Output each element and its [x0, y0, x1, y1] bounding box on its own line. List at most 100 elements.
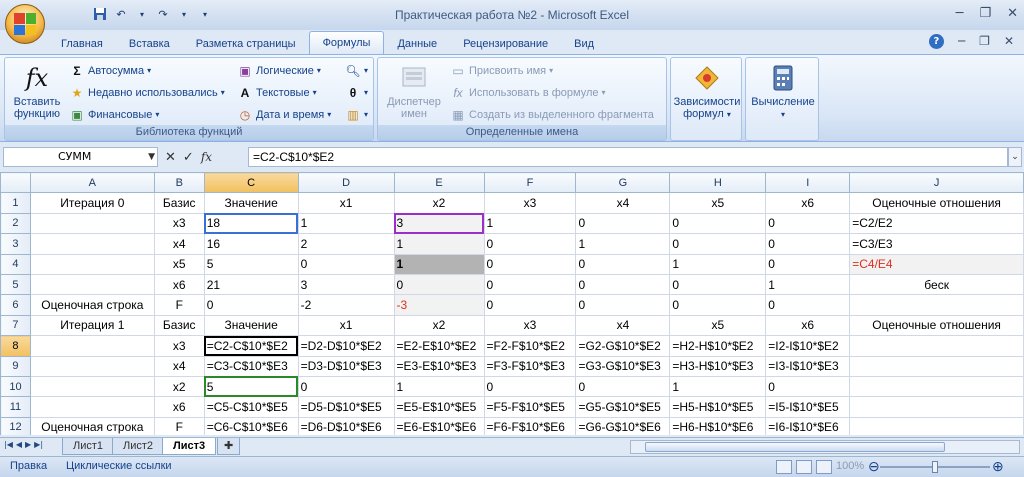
- cell-j5[interactable]: беск: [849, 273, 1024, 296]
- cell-a9[interactable]: [29, 355, 155, 377]
- tab-insert[interactable]: Вставка: [116, 34, 183, 54]
- row-header-4[interactable]: 4: [0, 253, 31, 275]
- cell-c7[interactable]: Значение: [203, 314, 299, 337]
- cell-c6[interactable]: 0: [203, 294, 299, 316]
- name-manager-button[interactable]: Диспетчер имен: [382, 62, 446, 120]
- cell-d4[interactable]: 0: [297, 253, 395, 275]
- cell-h12[interactable]: =H6-H$10*$E6: [669, 416, 767, 435]
- cell-a3[interactable]: [29, 233, 155, 255]
- column-header-h[interactable]: H: [669, 172, 767, 194]
- lookup-button[interactable]: 🔍︎ ▾: [345, 61, 368, 81]
- cell-h11[interactable]: =H5-H$10*$E5: [669, 396, 767, 418]
- cell-h8[interactable]: =H2-H$10*$E2: [669, 335, 767, 357]
- create-from-selection-button[interactable]: ▦ Создать из выделенного фрагмента: [450, 105, 654, 125]
- cell-i6[interactable]: 0: [765, 294, 851, 316]
- datetime-button[interactable]: ◷ Дата и время ▾: [237, 105, 331, 125]
- cell-a8[interactable]: [29, 335, 155, 357]
- cell-c10[interactable]: 5: [203, 375, 299, 398]
- cell-f7[interactable]: x3: [483, 314, 577, 337]
- cell-h5[interactable]: 0: [669, 273, 767, 296]
- enter-check-icon[interactable]: ✓: [183, 150, 194, 165]
- cell-j2[interactable]: =C2/E2: [849, 212, 1024, 235]
- cell-a4[interactable]: [29, 253, 155, 275]
- cell-d9[interactable]: =D3-D$10*$E3: [297, 355, 395, 377]
- zoom-level[interactable]: 100%: [836, 460, 864, 472]
- cancel-entry-icon[interactable]: ✕: [165, 150, 176, 165]
- cell-c12[interactable]: =C6-C$10*$E6: [203, 416, 299, 435]
- cell-e11[interactable]: =E5-E$10*$E5: [393, 396, 485, 418]
- cell-c4[interactable]: 5: [203, 253, 299, 275]
- tab-review[interactable]: Рецензирование: [450, 34, 561, 54]
- cell-d5[interactable]: 3: [297, 273, 395, 296]
- cell-j6[interactable]: [849, 294, 1024, 316]
- cell-c1[interactable]: Значение: [203, 192, 299, 214]
- cell-d6[interactable]: -2: [297, 294, 395, 316]
- insert-function-button[interactable]: fx Вставить функцию: [9, 62, 65, 120]
- cell-c8[interactable]: =C2-C$10*$E2: [203, 335, 299, 357]
- cell-b12[interactable]: F: [153, 416, 205, 435]
- cell-g2[interactable]: 0: [575, 212, 671, 235]
- select-all-corner[interactable]: [0, 172, 31, 194]
- cell-f6[interactable]: 0: [483, 294, 577, 316]
- cell-i7[interactable]: x6: [765, 314, 851, 337]
- cell-b6[interactable]: F: [153, 294, 205, 316]
- cell-e3[interactable]: 1: [393, 233, 485, 255]
- cell-c2[interactable]: 18: [203, 212, 299, 235]
- cell-c3[interactable]: 16: [203, 233, 299, 255]
- column-header-j[interactable]: J: [849, 172, 1024, 194]
- cell-e10[interactable]: 1: [393, 375, 485, 398]
- cell-j8[interactable]: [849, 335, 1024, 357]
- tab-data[interactable]: Данные: [384, 34, 450, 54]
- math-button[interactable]: θ ▾: [345, 83, 368, 103]
- cell-e7[interactable]: x2: [393, 314, 485, 337]
- cell-h9[interactable]: =H3-H$10*$E3: [669, 355, 767, 377]
- cell-b4[interactable]: x5: [153, 253, 205, 275]
- zoom-out-icon[interactable]: ⊖: [868, 458, 880, 475]
- page-layout-view-icon[interactable]: [796, 460, 812, 474]
- column-header-g[interactable]: G: [575, 172, 671, 194]
- cell-h2[interactable]: 0: [669, 212, 767, 235]
- cell-h10[interactable]: 1: [669, 375, 767, 398]
- tab-view[interactable]: Вид: [561, 34, 607, 54]
- cell-e12[interactable]: =E6-E$10*$E6: [393, 416, 485, 435]
- cell-a12[interactable]: Оценочная строка: [29, 416, 155, 435]
- cell-g1[interactable]: x4: [575, 192, 671, 214]
- formula-input[interactable]: =C2-C$10*$E2: [248, 147, 1008, 167]
- row-header-7[interactable]: 7: [0, 314, 31, 337]
- cell-f5[interactable]: 0: [483, 273, 577, 296]
- cell-i11[interactable]: =I5-I$10*$E5: [765, 396, 851, 418]
- next-sheet-icon[interactable]: ▶: [25, 440, 31, 449]
- cell-j10[interactable]: [849, 375, 1024, 398]
- sheet-tab-3[interactable]: Лист3: [162, 438, 217, 455]
- cell-i9[interactable]: =I3-I$10*$E3: [765, 355, 851, 377]
- sheet-tab-2[interactable]: Лист2: [112, 438, 165, 455]
- insert-sheet-button[interactable]: ✚: [217, 438, 241, 455]
- last-sheet-icon[interactable]: ▶|: [34, 440, 43, 449]
- tab-page-layout[interactable]: Разметка страницы: [183, 34, 309, 54]
- horizontal-scrollbar[interactable]: [630, 440, 1020, 454]
- cell-a10[interactable]: [29, 375, 155, 398]
- cell-g10[interactable]: 0: [575, 375, 671, 398]
- cell-f3[interactable]: 0: [483, 233, 577, 255]
- cell-i4[interactable]: 0: [765, 253, 851, 275]
- cell-b2[interactable]: x3: [153, 212, 205, 235]
- cell-g3[interactable]: 1: [575, 233, 671, 255]
- cell-c5[interactable]: 21: [203, 273, 299, 296]
- cell-a5[interactable]: [29, 273, 155, 296]
- row-header-3[interactable]: 3: [0, 233, 31, 255]
- column-header-i[interactable]: I: [765, 172, 851, 194]
- logical-button[interactable]: ▣ Логические ▾: [237, 61, 321, 81]
- financial-button[interactable]: ▣ Финансовые ▾: [69, 105, 159, 125]
- row-header-12[interactable]: 12: [0, 416, 31, 435]
- cell-g5[interactable]: 0: [575, 273, 671, 296]
- cell-j12[interactable]: [849, 416, 1024, 435]
- chevron-down-icon[interactable]: ▼: [148, 148, 155, 166]
- minimize-ribbon-button[interactable]: ─: [958, 34, 965, 49]
- formula-auditing-button[interactable]: Зависимости формул ▾: [673, 62, 741, 121]
- cell-f9[interactable]: =F3-F$10*$E3: [483, 355, 577, 377]
- cell-j3[interactable]: =C3/E3: [849, 233, 1024, 255]
- cell-g7[interactable]: x4: [575, 314, 671, 337]
- cell-a2[interactable]: [29, 212, 155, 235]
- minimize-button[interactable]: ─: [956, 6, 964, 21]
- name-box[interactable]: СУММ ▼: [3, 147, 158, 167]
